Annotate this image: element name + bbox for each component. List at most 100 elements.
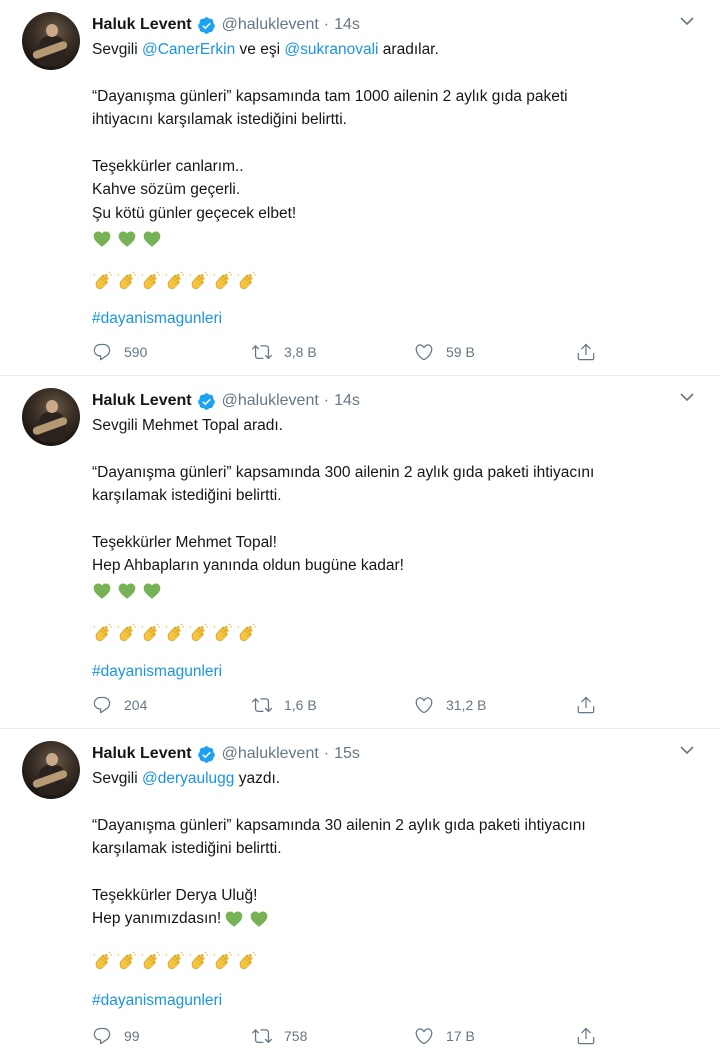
text-line: Hep yanımızdasın! xyxy=(92,910,222,927)
clapping-hands-emoji-icon xyxy=(164,950,186,972)
tweet[interactable]: Haluk Levent @haluklevent · 15s Sevgili … xyxy=(0,729,720,1064)
emoji-row xyxy=(224,907,274,931)
author-name[interactable]: Haluk Levent xyxy=(92,745,192,763)
like-button[interactable]: 59 B xyxy=(414,342,475,362)
clapping-hands-emoji-icon xyxy=(92,950,114,972)
clapping-hands-emoji-icon xyxy=(116,950,138,972)
clapping-hands-emoji-icon xyxy=(236,622,258,644)
author-name[interactable]: Haluk Levent xyxy=(92,16,192,34)
text-line: Kahve sözüm geçerli. xyxy=(92,181,241,198)
clapping-hands-emoji-icon xyxy=(212,950,234,972)
green-heart-emoji-icon xyxy=(224,909,244,929)
separator-dot: · xyxy=(323,16,330,33)
text-line: karşılamak istediğini belirtti. xyxy=(92,487,282,504)
green-heart-emoji-icon xyxy=(142,581,162,601)
emoji-row xyxy=(92,945,692,975)
text-line: Hep Ahbapların yanında oldun bugüne kada… xyxy=(92,557,404,574)
tweet-header: Haluk Levent @haluklevent · 14s xyxy=(92,14,360,36)
retweet-icon xyxy=(252,698,272,713)
like-count: 31,2 B xyxy=(446,697,487,713)
chevron-down-icon[interactable] xyxy=(680,392,694,402)
clapping-hands-emoji-icon xyxy=(164,270,186,292)
tweet[interactable]: Haluk Levent @haluklevent · 14s Sevgili … xyxy=(0,0,720,376)
tweet-feed: Haluk Levent @haluklevent · 14s Sevgili … xyxy=(0,0,720,1064)
clapping-hands-emoji-icon xyxy=(116,622,138,644)
emoji-row xyxy=(92,225,692,251)
retweet-button[interactable]: 1,6 B xyxy=(252,695,317,715)
reply-count: 204 xyxy=(124,697,148,713)
green-heart-emoji-icon xyxy=(117,229,137,249)
retweet-icon xyxy=(252,345,272,360)
author-handle[interactable]: @haluklevent xyxy=(222,392,319,410)
clapping-hands-emoji-icon xyxy=(236,270,258,292)
avatar[interactable] xyxy=(22,388,80,446)
tweet-header: Haluk Levent @haluklevent · 15s xyxy=(92,743,360,765)
mention-link[interactable]: @sukranovali xyxy=(284,41,378,58)
verified-badge-icon xyxy=(197,392,215,410)
like-count: 17 B xyxy=(446,1028,475,1044)
author-name[interactable]: Haluk Levent xyxy=(92,392,192,410)
retweet-icon xyxy=(252,1029,272,1044)
clapping-hands-emoji-icon xyxy=(164,622,186,644)
tweet-time[interactable]: 14s xyxy=(334,16,360,34)
tweet-actions: 590 3,8 B 59 B xyxy=(92,342,612,366)
text-line: Teşekkürler canlarım.. xyxy=(92,157,244,175)
tweet-time[interactable]: 15s xyxy=(334,745,360,763)
clapping-hands-emoji-icon xyxy=(212,270,234,292)
hashtag-link[interactable]: #dayanismagunleri xyxy=(92,989,692,1013)
avatar[interactable] xyxy=(22,741,80,799)
verified-badge-icon xyxy=(197,16,215,34)
avatar[interactable] xyxy=(22,12,80,70)
clapping-hands-emoji-icon xyxy=(188,270,210,292)
mention-link[interactable]: @CanerErkin xyxy=(142,41,235,58)
hashtag-link[interactable]: #dayanismagunleri xyxy=(92,660,692,684)
green-heart-emoji-icon xyxy=(142,229,162,249)
heart-outline-icon xyxy=(415,697,433,714)
share-icon xyxy=(577,1027,595,1045)
tweet-header: Haluk Levent @haluklevent · 14s xyxy=(92,390,360,412)
author-handle[interactable]: @haluklevent xyxy=(222,745,319,763)
clapping-hands-emoji-icon xyxy=(140,950,162,972)
chevron-down-icon[interactable] xyxy=(680,16,694,26)
reply-button[interactable]: 99 xyxy=(92,1026,140,1046)
like-count: 59 B xyxy=(446,344,475,360)
clapping-hands-emoji-icon xyxy=(92,270,114,292)
text-fragment: ve eşi xyxy=(235,41,285,58)
hashtag-link[interactable]: #dayanismagunleri xyxy=(92,307,692,331)
retweet-button[interactable]: 758 xyxy=(252,1026,307,1046)
reply-count: 590 xyxy=(124,344,148,360)
reply-button[interactable]: 204 xyxy=(92,695,147,715)
tweet[interactable]: Haluk Levent @haluklevent · 14s Sevgili … xyxy=(0,376,720,729)
tweet-text: Sevgili Mehmet Topal aradı. “Dayanışma g… xyxy=(92,414,692,683)
emoji-row xyxy=(92,265,692,295)
emoji-row xyxy=(92,618,692,648)
chevron-down-icon[interactable] xyxy=(680,745,694,755)
reply-button[interactable]: 590 xyxy=(92,342,147,362)
share-button[interactable] xyxy=(576,342,608,362)
clapping-hands-emoji-icon xyxy=(188,622,210,644)
share-icon xyxy=(577,343,595,361)
retweet-count: 758 xyxy=(284,1028,308,1044)
share-icon xyxy=(577,696,595,714)
clapping-hands-emoji-icon xyxy=(212,622,234,644)
heart-outline-icon xyxy=(415,1028,433,1045)
mention-link[interactable]: @deryaulugg xyxy=(142,770,234,787)
verified-badge-icon xyxy=(197,745,215,763)
like-button[interactable]: 17 B xyxy=(414,1026,475,1046)
author-handle[interactable]: @haluklevent xyxy=(222,16,319,34)
tweet-time[interactable]: 14s xyxy=(334,392,360,410)
like-button[interactable]: 31,2 B xyxy=(414,695,486,715)
text-line: Sevgili Mehmet Topal aradı. xyxy=(92,417,283,434)
reply-icon xyxy=(93,1027,111,1045)
clapping-hands-emoji-icon xyxy=(116,270,138,292)
clapping-hands-emoji-icon xyxy=(140,622,162,644)
reply-icon xyxy=(93,696,111,714)
share-button[interactable] xyxy=(576,695,608,715)
share-button[interactable] xyxy=(576,1026,608,1046)
tweet-text: Sevgili @deryaulugg yazdı. “Dayanışma gü… xyxy=(92,767,692,1012)
reply-icon xyxy=(93,343,111,361)
clapping-hands-emoji-icon xyxy=(140,270,162,292)
green-heart-emoji-icon xyxy=(117,581,137,601)
retweet-button[interactable]: 3,8 B xyxy=(252,342,317,362)
reply-count: 99 xyxy=(124,1028,140,1044)
